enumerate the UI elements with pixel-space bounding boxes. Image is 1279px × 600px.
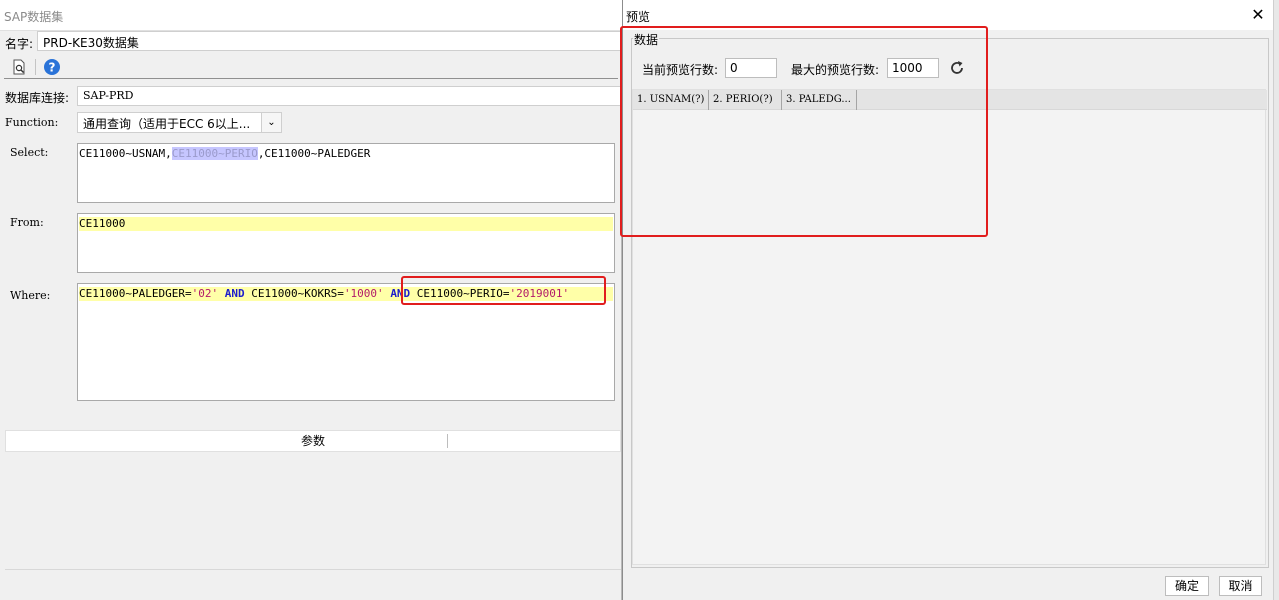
ok-button[interactable]: 确定: [1165, 576, 1209, 596]
where-keyword: AND: [390, 287, 411, 300]
help-icon: ?: [44, 59, 60, 75]
cancel-button[interactable]: 取消: [1219, 576, 1262, 596]
params-header-label: 参数: [300, 434, 325, 448]
column-header-perio[interactable]: 2. PERIO(?): [709, 90, 782, 110]
db-connection-input[interactable]: SAP-PRD: [77, 86, 622, 106]
select-text-2: ,CE11000~PALEDGER: [257, 147, 371, 160]
where-text: CE11000~KOKRS=: [244, 287, 344, 300]
grid-header: 1. USNAM(?) 2. PERIO(?) 3. PALEDG...: [633, 90, 1267, 110]
from-label: From:: [10, 216, 44, 229]
chevron-down-icon[interactable]: ⌄: [261, 113, 281, 132]
toolbar-divider: [35, 59, 36, 75]
max-rows-input[interactable]: 1000: [887, 58, 939, 78]
close-button[interactable]: ✕: [1249, 6, 1267, 24]
name-input[interactable]: PRD-KE30数据集: [37, 31, 622, 51]
data-group-label: 数据: [633, 31, 660, 48]
function-select[interactable]: 通用查询（适用于ECC 6以上... ⌄: [77, 112, 282, 133]
function-label: Function:: [5, 116, 59, 129]
name-label: 名字:: [5, 37, 34, 51]
toolbar-separator: [4, 78, 618, 79]
select-text-1: CE11000~USNAM,: [79, 147, 172, 160]
column-header-paledg[interactable]: 3. PALEDG...: [782, 90, 857, 110]
svg-text:?: ?: [49, 61, 56, 75]
column-header-usnam[interactable]: 1. USNAM(?): [633, 90, 709, 110]
from-text: CE11000: [79, 217, 613, 231]
where-label: Where:: [10, 289, 51, 302]
preview-button[interactable]: [9, 57, 29, 77]
current-rows-label: 当前预览行数:: [642, 63, 719, 77]
where-text: CE11000~PERIO=: [410, 287, 510, 300]
left-titlebar: SAP数据集: [0, 0, 622, 31]
select-label: Select:: [10, 146, 49, 159]
where-editor[interactable]: CE11000~PALEDGER='02' AND CE11000~KOKRS=…: [77, 283, 615, 401]
column-divider: [447, 434, 448, 448]
dialog-title: SAP数据集: [4, 10, 64, 24]
current-rows-input[interactable]: 0: [725, 58, 777, 78]
where-text: CE11000~PALEDGER=: [79, 287, 192, 300]
where-keyword: AND: [224, 287, 245, 300]
preview-title: 预览: [626, 10, 651, 24]
select-editor[interactable]: CE11000~USNAM,CE11000~PERIO,CE11000~PALE…: [77, 143, 615, 203]
refresh-button[interactable]: [948, 59, 966, 77]
close-icon: ✕: [1251, 5, 1265, 24]
where-line: CE11000~PALEDGER='02' AND CE11000~KOKRS=…: [79, 287, 613, 301]
preview-titlebar: 预览 ✕: [623, 0, 1273, 30]
where-string: '2019001': [509, 287, 570, 300]
params-table-header: 参数: [5, 430, 621, 452]
max-rows-label: 最大的预览行数:: [791, 63, 880, 77]
preview-grid: 1. USNAM(?) 2. PERIO(?) 3. PALEDG...: [632, 89, 1267, 565]
where-string: '02': [191, 287, 219, 300]
preview-dialog: 预览 ✕ 数据 当前预览行数: 0 最大的预览行数: 1000 1. USNAM…: [620, 0, 1273, 600]
sap-dataset-dialog: SAP数据集 名字: PRD-KE30数据集 ? 数据库连接: SAP-PRD …: [0, 0, 622, 600]
refresh-icon: [951, 61, 963, 74]
function-select-value: 通用查询（适用于ECC 6以上...: [83, 117, 251, 131]
help-button[interactable]: ?: [42, 57, 62, 77]
from-editor[interactable]: CE11000: [77, 213, 615, 273]
background-window-edge: [1273, 0, 1279, 600]
select-text-selected: CE11000~PERIO: [171, 147, 258, 160]
preview-document-icon: [13, 59, 25, 75]
where-string: '1000': [343, 287, 384, 300]
params-table-body: [5, 452, 621, 570]
db-connection-label: 数据库连接:: [5, 91, 70, 105]
